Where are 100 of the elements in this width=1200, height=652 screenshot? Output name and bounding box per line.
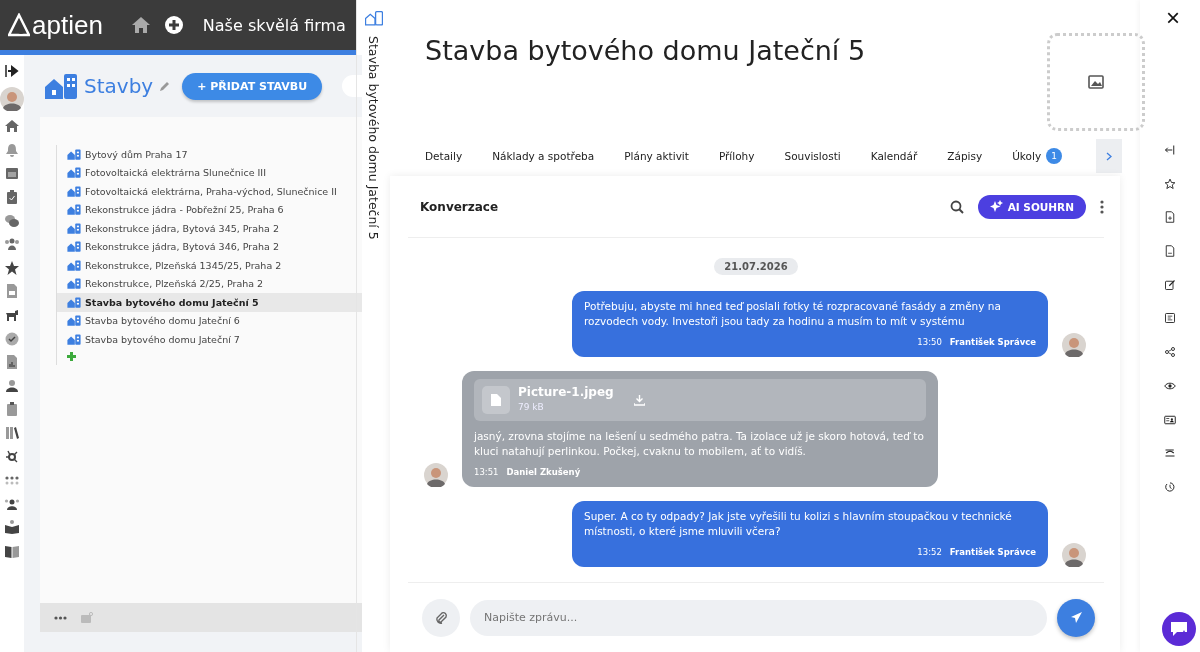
avatar [1062,543,1086,567]
document-icon[interactable] [1164,245,1176,258]
send-button[interactable] [1057,598,1095,637]
chevron-right-icon [1106,151,1112,161]
avatar [424,463,448,487]
logo-icon [8,13,30,37]
star-icon[interactable] [4,259,20,276]
check-circle-icon[interactable] [4,330,20,347]
id-card-icon[interactable] [1164,413,1176,426]
chat-sparkle-icon [1169,620,1189,638]
tab[interactable]: Detaily [410,140,478,172]
tab[interactable]: Přílohy [703,140,770,172]
message-author: Daniel Zkušený [506,466,581,479]
clipboard-icon[interactable] [4,188,20,205]
close-button[interactable]: × [1160,8,1180,28]
more-icon[interactable] [1100,199,1104,214]
buildings-icon [67,222,81,234]
file-icon [491,394,501,406]
tab[interactable]: Úkoly 1 [997,140,1078,172]
bell-icon[interactable] [4,141,20,158]
tab[interactable]: Kalendář [855,140,933,172]
chart-document-icon[interactable] [4,354,20,371]
message-text: Super. A co ty odpady? Jak jste vyřešili tu kolizi s hlavním stoupačkou v technické místnosti, o které jsme mluvili včera? [584,509,1013,539]
tree-item[interactable]: Rekonstrukce jádra, Bytová 346, Praha 2 [56,237,363,256]
star-icon[interactable] [1164,177,1176,190]
tree-item[interactable]: Fotovoltaická elektrárna Slunečnice III [56,163,363,182]
clipboard-icon[interactable] [4,401,20,418]
pencil-icon[interactable] [159,80,171,92]
buildings-icon [67,333,81,345]
record-title: Stavba bytového domu Jateční 5 [425,35,867,68]
search-icon[interactable] [949,199,964,214]
buildings-icon [67,278,81,290]
message-time: 13:51 [474,466,499,479]
tree-item[interactable]: Rekonstrukce jádra, Bytová 345, Praha 2 [56,219,363,238]
expand-icon[interactable] [4,63,20,79]
tree-item[interactable]: Rekonstrukce jádra - Pobřežní 25, Praha 6 [56,200,363,219]
file-size: 79 kB [518,401,545,414]
count-badge: 1 [1046,148,1063,164]
tree-item[interactable]: Bytový dům Praha 17 [56,145,363,164]
books-icon[interactable] [4,424,20,441]
buildings-icon [67,185,81,197]
send-icon [1069,611,1083,624]
buildings-icon [67,315,81,327]
chat-support-button[interactable] [1162,612,1196,646]
buildings-icon [67,296,81,308]
buildings-icon [67,241,81,253]
add-building-button[interactable]: + PŘIDAT STAVBU [182,72,323,100]
list-icon[interactable] [1164,312,1176,325]
buildings-icon [67,204,81,216]
tree-item[interactable]: Stavba bytového domu Jateční 5 [56,293,363,312]
buildings-icon [67,167,81,179]
message-text: jasný, zrovna stojíme na lešení u sedmého patra. Ta izolace už je skoro hotová, teď to kluci natahují perlinkou. Počkej, cvaknu to mobilem, ať to vidíš. [474,429,925,459]
collapse-icon[interactable] [1164,144,1176,156]
vertical-title: Stavba bytového domu Jateční 5 [366,36,381,240]
buildings-icon [67,259,81,271]
date-label: 21.07.2026 [714,258,798,275]
tab[interactable]: Souvislosti [769,140,856,172]
people-icon[interactable] [4,236,20,253]
history-icon[interactable] [1164,480,1176,493]
message-field[interactable]: Napište zprávu... [470,599,1047,636]
tab[interactable]: Zápisy [932,140,998,172]
tab[interactable]: Náklady a spotřeba [477,140,610,172]
file-name: Picture-1.jpeg [518,385,614,400]
logo-text: aptien [32,9,103,41]
message-time: 13:50 [917,336,942,349]
tree-item[interactable]: Rekonstrukce, Plzeňská 1345/25, Praha 2 [56,256,363,275]
tree-item[interactable]: Fotovoltaická elektrárna, Praha-východ, Slunečnice II [56,182,363,201]
edit-icon[interactable] [1164,278,1176,291]
home-icon[interactable] [130,16,151,34]
ai-summary-button[interactable]: AI SOUHRN [977,194,1086,219]
network-icon[interactable] [4,448,20,465]
buildings-icon [364,10,383,26]
buildings-icon [67,148,81,160]
more-icon[interactable] [54,615,67,620]
company-name[interactable]: Naše skvělá firma [202,15,346,35]
image-icon [1088,75,1104,89]
tree-item[interactable]: Stavba bytového domu Jateční 7 [56,330,363,349]
module-title: Stavby [84,74,154,98]
message-author: František Správce [949,336,1036,349]
sparkle-icon [989,200,1003,213]
chat-title: Konverzace [420,199,500,214]
attach-button[interactable] [422,598,460,637]
message-time: 13:52 [917,546,942,559]
home-icon[interactable] [4,118,20,135]
tree-item[interactable]: Stavba bytového domu Jateční 6 [56,311,363,330]
document-icon[interactable] [4,283,20,300]
avatar [0,86,24,111]
avatar [1062,333,1086,357]
calendar-icon[interactable] [4,165,20,182]
share-icon[interactable] [1164,346,1176,359]
chat-icon[interactable] [4,212,20,229]
reading-icon[interactable] [4,519,20,536]
add-icon[interactable] [164,16,183,34]
tab[interactable]: Plány aktivit [609,140,704,172]
person-icon[interactable] [4,377,20,394]
buildings-icon [44,73,78,99]
message-text: Potřebuju, abyste mi hned teď poslali fotky té rozpracované fasády a změny na rozvodech vody. Investoři jsou tady za hodinu a musím to mít v systému [584,299,1002,329]
add-document-icon[interactable] [1164,211,1176,224]
search-field[interactable] [342,75,363,97]
message-author: František Správce [949,546,1036,559]
